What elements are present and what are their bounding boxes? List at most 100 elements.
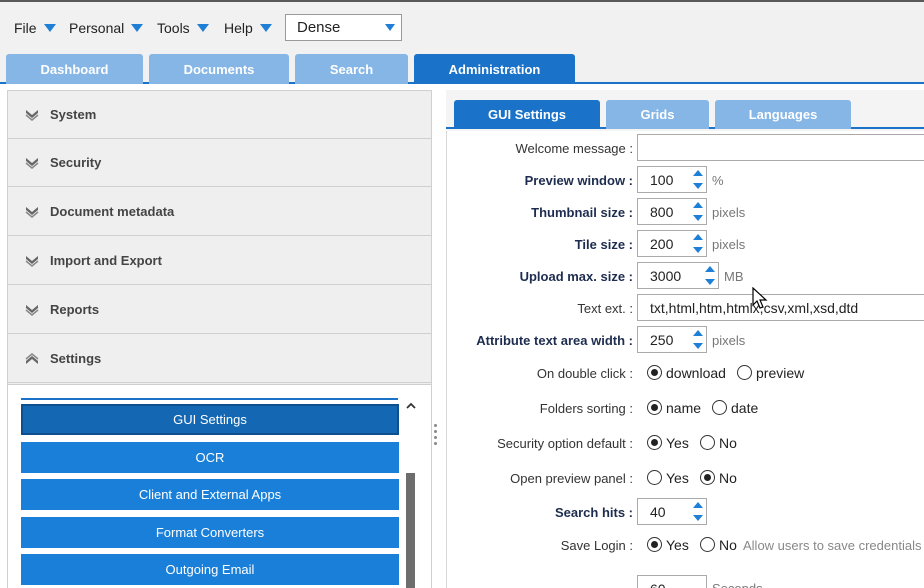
- tab-search[interactable]: Search: [295, 54, 408, 84]
- settings-item-outgoing-email[interactable]: Outgoing Email: [21, 554, 399, 585]
- radio-date[interactable]: [712, 400, 727, 415]
- subtab-languages[interactable]: Languages: [715, 100, 851, 129]
- row-open-preview-panel: Open preview panel : Yes No: [447, 464, 924, 492]
- subtab-gui-settings[interactable]: GUI Settings: [454, 100, 600, 129]
- security-option-default-label: Security option default :: [497, 435, 633, 451]
- row-preview-window: Preview window : 100 %: [447, 166, 924, 194]
- spinner-icon[interactable]: [693, 202, 703, 222]
- subtab-grids[interactable]: Grids: [606, 100, 709, 129]
- search-hits-input[interactable]: 40: [637, 498, 707, 525]
- menu-personal[interactable]: Personal: [69, 18, 144, 38]
- row-folders-sorting: Folders sorting : name date: [447, 394, 924, 422]
- spinner-icon[interactable]: [693, 170, 703, 190]
- radio-preview-panel-no[interactable]: [700, 470, 715, 485]
- menu-file-label: File: [14, 20, 37, 36]
- main-tabs: Dashboard Documents Search Administratio…: [0, 52, 924, 84]
- open-preview-panel-label: Open preview panel :: [510, 470, 633, 486]
- radio-download[interactable]: [647, 365, 662, 380]
- row-on-double-click: On double click : download preview: [447, 359, 924, 387]
- radio-security-no[interactable]: [700, 435, 715, 450]
- tab-administration[interactable]: Administration: [414, 54, 575, 84]
- menu-tools[interactable]: Tools: [157, 18, 209, 38]
- spinner-icon[interactable]: [693, 330, 703, 350]
- caret-down-icon: [43, 24, 56, 32]
- double-chevron-down-icon: [25, 157, 39, 169]
- radio-save-login-no[interactable]: [700, 537, 715, 552]
- settings-item-format-converters[interactable]: Format Converters: [21, 517, 399, 548]
- save-login-hint: Allow users to save credentials: [743, 537, 922, 553]
- thumbnail-size-value: 800: [650, 203, 674, 220]
- radio-security-yes[interactable]: [647, 435, 662, 450]
- row-text-ext: Text ext. : txt,html,htm,htmlx,csv,xml,x…: [447, 294, 924, 322]
- radio-preview-panel-yes-label: Yes: [666, 470, 689, 486]
- accordion-document-metadata[interactable]: Document metadata: [8, 188, 431, 236]
- text-ext-input[interactable]: txt,html,htm,htmlx,csv,xml,xsd,dtd: [637, 294, 924, 321]
- menu-file[interactable]: File: [14, 18, 56, 38]
- accordion-settings[interactable]: Settings: [8, 335, 431, 383]
- thumbnail-size-input[interactable]: 800: [637, 198, 707, 225]
- search-hits-value: 40: [650, 503, 666, 520]
- radio-save-login-yes-label: Yes: [666, 537, 689, 553]
- admin-navigation-panel: System Security Document metadata Import…: [7, 90, 432, 588]
- menu-help-label: Help: [224, 20, 253, 36]
- scrollbar-thumb[interactable]: [406, 473, 415, 588]
- spinner-icon[interactable]: [705, 266, 715, 286]
- accordion-reports[interactable]: Reports: [8, 286, 431, 334]
- thumbnail-size-unit: pixels: [712, 204, 746, 220]
- attribute-text-area-width-input[interactable]: 250: [637, 326, 707, 353]
- accordion-system-label: System: [50, 107, 97, 122]
- submenu-scrollbar[interactable]: [405, 399, 417, 588]
- accordion-security-label: Security: [50, 155, 102, 170]
- tab-dashboard[interactable]: Dashboard: [6, 54, 143, 84]
- accordion-security[interactable]: Security: [8, 139, 431, 187]
- thumbnail-size-label: Thumbnail size :: [531, 204, 633, 220]
- search-hits-label: Search hits :: [554, 504, 633, 520]
- upload-max-size-input[interactable]: 3000: [637, 262, 719, 289]
- settings-submenu: GUI Settings OCR Client and External App…: [8, 384, 431, 588]
- radio-preview-label: preview: [756, 365, 805, 381]
- radio-name[interactable]: [647, 400, 662, 415]
- sub-tabs: GUI Settings Grids Languages: [446, 90, 924, 129]
- partial-unit: Seconds: [712, 580, 763, 588]
- menu-help[interactable]: Help: [224, 18, 272, 38]
- caret-down-icon: [385, 24, 395, 31]
- double-chevron-up-icon: [25, 352, 39, 364]
- radio-preview-panel-yes[interactable]: [647, 470, 662, 485]
- save-login-label: Save Login :: [560, 537, 633, 553]
- spinner-icon[interactable]: [693, 234, 703, 254]
- tab-documents[interactable]: Documents: [149, 54, 289, 84]
- attribute-text-area-width-label: Attribute text area width :: [476, 332, 633, 348]
- chevron-up-icon[interactable]: [405, 399, 417, 413]
- tile-size-input[interactable]: 200: [637, 230, 707, 257]
- accordion-document-metadata-label: Document metadata: [50, 204, 175, 219]
- settings-item-client-external-apps[interactable]: Client and External Apps: [21, 479, 399, 510]
- preview-window-label: Preview window :: [524, 172, 633, 188]
- menu-personal-label: Personal: [69, 20, 125, 36]
- folders-sorting-label: Folders sorting :: [539, 400, 633, 416]
- tile-size-label: Tile size :: [574, 236, 633, 252]
- panel-splitter-handle[interactable]: [434, 424, 438, 452]
- radio-security-yes-label: Yes: [666, 435, 689, 451]
- radio-save-login-yes[interactable]: [647, 537, 662, 552]
- row-upload-max-size: Upload max. size : 3000 MB: [447, 262, 924, 290]
- accordion-system[interactable]: System: [8, 91, 431, 139]
- settings-item-ocr[interactable]: OCR: [21, 442, 399, 473]
- accordion-import-export-label: Import and Export: [50, 253, 162, 268]
- double-chevron-down-icon: [25, 255, 39, 267]
- settings-content-panel: GUI Settings Grids Languages Welcome mes…: [446, 90, 924, 588]
- double-chevron-down-icon: [25, 206, 39, 218]
- welcome-message-input[interactable]: [637, 134, 924, 161]
- preview-window-unit: %: [712, 172, 724, 188]
- preview-window-input[interactable]: 100: [637, 166, 707, 193]
- radio-preview[interactable]: [737, 365, 752, 380]
- theme-select[interactable]: Dense: [285, 14, 402, 41]
- attribute-text-area-width-unit: pixels: [712, 332, 746, 348]
- partial-value: 60: [650, 581, 666, 588]
- spinner-icon[interactable]: [693, 502, 703, 522]
- menu-tools-label: Tools: [157, 20, 190, 36]
- partial-input[interactable]: 60: [637, 575, 707, 588]
- accordion-settings-label: Settings: [50, 351, 102, 366]
- settings-item-gui-settings[interactable]: GUI Settings: [21, 404, 399, 435]
- welcome-message-label: Welcome message :: [515, 140, 633, 156]
- accordion-import-export[interactable]: Import and Export: [8, 237, 431, 285]
